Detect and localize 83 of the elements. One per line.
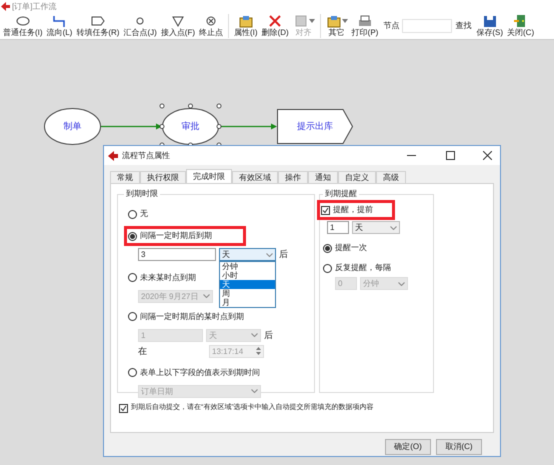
ellipse-node[interactable]: 制单: [44, 108, 101, 145]
at-label: 在: [138, 345, 148, 358]
checkbox[interactable]: [119, 404, 128, 413]
maximize-icon[interactable]: [446, 151, 455, 160]
dialog-title: 流程节点属性: [122, 150, 171, 162]
spinner-icon: [256, 346, 261, 356]
caret-icon: [342, 19, 348, 23]
radio-button[interactable]: [323, 264, 332, 272]
list-option[interactable]: 周: [220, 289, 275, 298]
suffix-label: 后: [279, 248, 288, 261]
toolbar-button[interactable]: 接入点(F): [158, 14, 197, 38]
tab[interactable]: 执行权限: [140, 171, 186, 183]
toolbar-button[interactable]: 普通任务(I): [1, 14, 45, 38]
option-label: 间隔一定时期后的某时点到期: [140, 310, 244, 322]
chevron-icon: [390, 226, 397, 230]
toolbar-button[interactable]: 转填任务(R): [74, 14, 122, 38]
delete-icon: [267, 14, 284, 28]
chevron-icon: [398, 282, 405, 286]
caret-icon: [308, 19, 315, 23]
option-label: 未来某时点到期: [140, 272, 196, 284]
folder-icon: [238, 14, 254, 28]
radio-button[interactable]: [128, 368, 137, 377]
tab[interactable]: 常规: [110, 171, 140, 183]
flow-arrow: [219, 123, 277, 130]
radio-button[interactable]: [128, 232, 137, 240]
option-label: 无: [140, 208, 148, 220]
input-field[interactable]: 1: [327, 221, 349, 234]
tab[interactable]: 有效区域: [232, 171, 278, 183]
toolbar-button[interactable]: 其它: [324, 14, 350, 38]
group-title: 到期时限: [125, 188, 159, 200]
triangle-icon: [170, 14, 186, 28]
group-title: 到期提醒: [324, 188, 358, 200]
toolbar-button[interactable]: 保存(S): [474, 14, 506, 38]
tab[interactable]: 自定义: [338, 171, 376, 183]
dialog-button[interactable]: 取消(C): [436, 439, 482, 455]
option-label: 间隔一定时期后到期: [140, 230, 212, 242]
toolbar-button[interactable]: 汇合点(J): [121, 14, 159, 38]
list-option[interactable]: 月: [220, 298, 275, 308]
pentagon-node[interactable]: 提示出库: [277, 109, 353, 144]
tab[interactable]: 操作: [278, 171, 308, 183]
close-icon[interactable]: [483, 151, 492, 160]
option-label: 反复提醒，每隔: [335, 262, 391, 274]
radio-button[interactable]: [128, 273, 137, 282]
tab[interactable]: 通知: [308, 171, 338, 183]
checkbox[interactable]: [321, 206, 330, 214]
input-field[interactable]: 3: [138, 248, 216, 262]
ellipse-node[interactable]: 审批: [162, 108, 219, 145]
list-option[interactable]: 分钟: [220, 262, 275, 272]
tab[interactable]: 完成时限: [186, 169, 232, 183]
option-label: 提醒一次: [335, 242, 367, 254]
connector-icon: [51, 14, 68, 28]
chevron-icon: [251, 333, 258, 338]
toolbar-button[interactable]: 关闭(C): [505, 14, 536, 38]
toolbar-button[interactable]: 流向(L): [44, 14, 74, 38]
list-option[interactable]: 天: [220, 280, 275, 290]
toolbar-button[interactable]: 删除(D): [260, 14, 291, 38]
dialog-button[interactable]: 确定(O): [385, 439, 431, 455]
chevron-icon: [203, 294, 210, 298]
find-button[interactable]: 查找: [452, 20, 474, 32]
dropdown[interactable]: 天: [352, 221, 400, 234]
flow-arrow: [101, 123, 162, 130]
app-logo-icon: [1, 2, 10, 11]
dropdown[interactable]: 天: [219, 248, 276, 262]
suffix-label: 后: [264, 328, 273, 342]
chevron-icon: [251, 389, 258, 393]
option-label: 表单上以下字段的值表示到期时间: [140, 366, 260, 378]
tab[interactable]: 高级: [376, 171, 406, 183]
app-logo-icon: [108, 150, 118, 160]
chevron-icon: [266, 252, 273, 257]
radio-button[interactable]: [323, 244, 332, 252]
toolbar-button[interactable]: 终止点: [197, 14, 225, 38]
radio-button[interactable]: [128, 210, 137, 218]
folder-icon: [326, 14, 342, 28]
checkbox-label: 提醒，提前: [333, 204, 373, 216]
list-option[interactable]: 小时: [220, 271, 275, 280]
toolbar-button[interactable]: 打印(P): [350, 14, 380, 38]
tag-icon: [90, 14, 106, 28]
window-title: [订单]工作流: [12, 0, 56, 12]
search-field[interactable]: [402, 19, 452, 33]
search-label: 节点: [383, 20, 400, 32]
ellipse-icon: [14, 14, 31, 28]
radio-button[interactable]: [128, 312, 137, 321]
toolbar-button[interactable]: 属性(I): [232, 14, 260, 38]
